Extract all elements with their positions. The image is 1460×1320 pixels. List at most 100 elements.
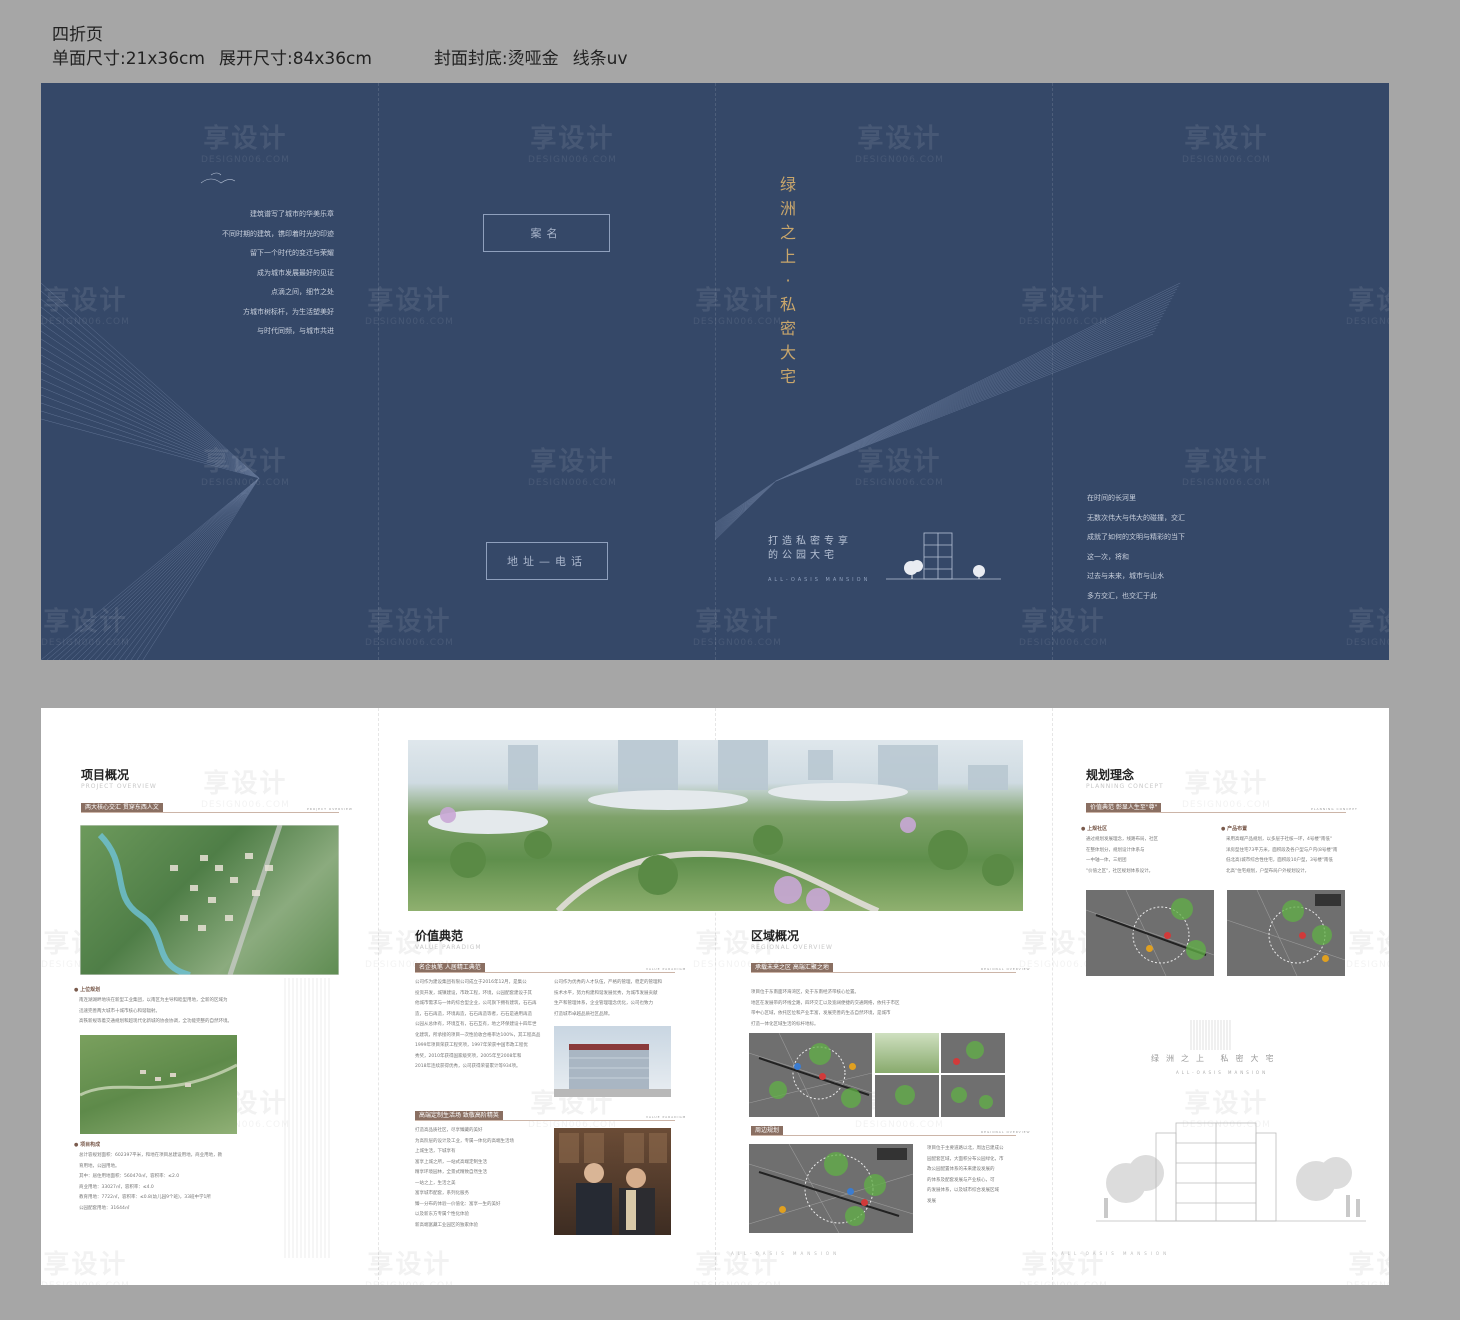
region-map-small	[875, 1075, 939, 1117]
office-building-photo	[554, 1026, 671, 1097]
value-tag-1-en: VALUE PARADIGM	[646, 967, 687, 971]
watermark: 享设计DESIGN006.COM	[1182, 769, 1271, 810]
planning-subhead-2: ● 产品布置	[1221, 826, 1248, 832]
tag-rule	[415, 1120, 675, 1121]
watermark: 享设计DESIGN006.COM	[1182, 447, 1271, 488]
region-tag-2-en: REGIONAL OVERVIEW	[981, 1130, 1031, 1134]
cover-poem-left: 建筑谱写了城市的华美乐章 不同时期的建筑，镌印着时光的印迹 留下一个时代的变迁与荣耀…	[222, 210, 334, 335]
planning-text-1: 通过规划发展理念，线路布局，社区 在整体划分，规划设计体系与 一中轴一体，三组团 "价…	[1086, 837, 1158, 874]
planning-map-1	[1086, 890, 1214, 976]
business-meeting-photo	[554, 1128, 671, 1235]
tree-icon	[904, 560, 985, 577]
watermark: 享设计DESIGN006.COM	[528, 124, 617, 165]
address-phone-box: 地址—电话	[486, 542, 608, 580]
spec-sizes: 单面尺寸:21x36cm 展开尺寸:84x36cm 封面封底:烫哑金 线条uv	[52, 44, 628, 69]
building-illustration	[1096, 1122, 1366, 1222]
overview-text-composition: 总计容规划面积：602397平米，和地在项目总建设用地，商业用地，教 育用地，公园…	[79, 1153, 223, 1211]
region-map-small	[941, 1033, 1005, 1073]
value-en: VALUE PARADIGM	[415, 944, 482, 951]
spec-title: 四折页	[52, 25, 103, 45]
spec-single-size: 单面尺寸:21x36cm	[52, 49, 205, 69]
watermark: 享设计DESIGN006.COM	[41, 286, 130, 327]
watermark: 享设计DESIGN006.COM	[201, 124, 290, 165]
region-map	[749, 1033, 872, 1117]
cover-spread: 享设计 DESIGN006.COM 享设计 DESIGN006.COM 享设计 DES…	[41, 83, 1389, 660]
watermark: 享设计DESIGN006.COM	[693, 286, 782, 327]
value-tag-1: 名企执笔 人居精工典范	[415, 963, 485, 972]
fold-line	[378, 708, 379, 1285]
region-title: 区域概况	[751, 929, 800, 943]
overview-tag: 两大核心交汇 贯穿东西人文	[81, 803, 163, 812]
planning-tag-en: PLANNING CONCEPT	[1311, 807, 1358, 811]
watermark: 享设计DESIGN006.COM	[855, 124, 944, 165]
value-text-1: 公司作为建设集团有限公司成立于2016年12月，是集公 投资开发，城镇建设，市政工…	[415, 980, 541, 1069]
project-name-box: 案名	[483, 214, 610, 252]
footer-english: ALL-OASIS MANSION	[731, 1251, 841, 1256]
vertical-lines-decoration	[284, 978, 330, 1258]
overview-tag-en: PROJECT OVERVIEW	[307, 807, 353, 811]
watermark: 享设计DESIGN006.COM	[1346, 929, 1389, 970]
hero-rendering	[408, 740, 1023, 911]
watermark: 享设计DESIGN006.COM	[201, 769, 290, 810]
tag-rule	[751, 1135, 1016, 1136]
overview-subhead-composition: ● 项目构成	[74, 1142, 101, 1148]
tag-rule	[415, 972, 675, 973]
watermark: 享设计DESIGN006.COM	[528, 447, 617, 488]
tag-rule	[81, 812, 339, 813]
watermark: 享设计DESIGN006.COM	[41, 607, 130, 648]
overview-text-plan: 南连湖湖畔地块在新型工业集团，以南区为主导和睦型用地，全新的区域为 迅速完善两大城…	[79, 998, 232, 1024]
value-tag-2: 高端定制生活场 致敬高阶精英	[415, 1111, 503, 1120]
masterplan-image	[80, 825, 339, 975]
cover-slogan: 打造私密专享 的公园大宅	[768, 536, 852, 561]
region-tag-1-en: REGIONAL OVERVIEW	[981, 967, 1031, 971]
planning-en: PLANNING CONCEPT	[1086, 783, 1164, 790]
inner-spread: 享设计 DESIGN006.COM 享设计 DESIGN006.COM 享设计 DES…	[41, 708, 1389, 1285]
value-tag-2-en: VALUE PARADIGM	[646, 1115, 687, 1119]
spec-uv: 线条uv	[572, 49, 628, 69]
watermark: 享设计DESIGN006.COM	[1346, 607, 1389, 648]
watermark: 享设计DESIGN006.COM	[41, 1250, 129, 1285]
cover-poem-right: 在时间的长河里 无数次伟大与伟大的碰撞，交汇 成就了如何的文明与精彩的当下 这一次，…	[1087, 494, 1185, 600]
spec-open-size: 展开尺寸:84x36cm	[218, 49, 372, 69]
planning-text-2: 采用高端产品规划，以多层于社核一环，4号楼"南低" 洋房型住宅73平方米，面积段及…	[1226, 837, 1338, 874]
overview-subhead-plan: ● 上位规划	[74, 987, 101, 993]
region-tag-2: 周边规划	[751, 1126, 784, 1135]
tag-rule	[1086, 812, 1346, 813]
footer-english: ALL-OASIS MANSION	[1061, 1251, 1171, 1256]
planning-tag: 价值典范 彰显人生至"尊"	[1086, 803, 1162, 812]
bird-sketch	[200, 172, 236, 184]
planning-title: 规划理念	[1086, 768, 1135, 782]
watermark: 享设计DESIGN006.COM	[1019, 607, 1108, 648]
watermark: 享设计DESIGN006.COM	[201, 447, 290, 488]
aerial-photo	[80, 1035, 237, 1134]
region-tag-1: 承载未来之区 高端汇聚之地	[751, 963, 833, 972]
value-text-2: 打造高品质社区，尽享臻藏的美好 为高阶层的设计及工业，专属一体化的高端生活场 上城生…	[415, 1128, 514, 1228]
cover-title: 绿洲之 上 · 私 密大宅	[779, 175, 796, 386]
brand-title: 绿洲之上 私密大宅	[1151, 1054, 1281, 1063]
region-text-1: 项目位于东南面环海湾区，处于东南经济带核心位置。 地区在发展带的环线全路，四环交汇…	[751, 990, 900, 1027]
planning-map-2	[1227, 890, 1345, 976]
watermark: 享设计DESIGN006.COM	[1019, 286, 1108, 327]
watermark: 享设计DESIGN006.COM	[855, 447, 944, 488]
overview-en: PROJECT OVERVIEW	[81, 783, 157, 790]
region-en: REGIONAL OVERVIEW	[751, 944, 833, 951]
tag-rule	[751, 972, 1016, 973]
region-text-2: 项目位于主要道路以北，周边已建成公 园配套区域，大面积分布公园绿化，市 政公园配置体…	[927, 1146, 1004, 1204]
surrounding-plan-map	[749, 1144, 913, 1233]
watermark: 享设计DESIGN006.COM	[1346, 286, 1389, 327]
planning-subhead-1: ● 上规社区	[1081, 826, 1108, 832]
watermark: 享设计DESIGN006.COM	[693, 607, 782, 648]
watermark: 享设计DESIGN006.COM	[365, 607, 454, 648]
cover-english: ALL-OASIS MANSION	[768, 577, 871, 583]
watermark: 享设计DESIGN006.COM	[1182, 124, 1271, 165]
value-text-1b: 公司作为优秀的人才队伍，严格的管理，稳定的管理和 技术水平，努力构建和谐发展优秀，…	[554, 980, 662, 1017]
watermark: 享设计DESIGN006.COM	[365, 1250, 453, 1285]
value-title: 价值典范	[415, 929, 464, 943]
overview-title: 项目概况	[81, 768, 130, 782]
watermark: 享设计DESIGN006.COM	[365, 286, 454, 327]
spec-cover-finish: 封面封底:烫哑金	[433, 49, 559, 69]
region-map-small	[941, 1075, 1005, 1117]
park-photo	[875, 1033, 939, 1073]
fold-line	[1052, 708, 1053, 1285]
watermark: 享设计DESIGN006.COM	[1346, 1250, 1389, 1285]
